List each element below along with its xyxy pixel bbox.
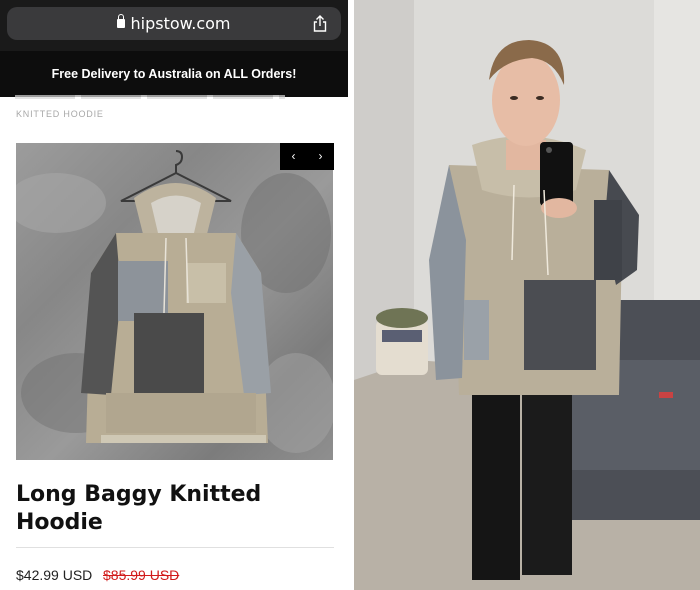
product-image[interactable]	[16, 143, 333, 460]
share-icon[interactable]	[313, 15, 327, 32]
promo-banner: Free Delivery to Australia on ALL Orders…	[0, 51, 348, 97]
product-old-price: $85.99 USD	[103, 567, 180, 583]
lock-icon	[117, 14, 126, 28]
mirror-selfie-illustration	[354, 0, 700, 590]
url-text: hipstow.com	[130, 14, 231, 33]
carousel-next-button[interactable]: ›	[307, 143, 334, 170]
browser-toolbar: hipstow.com	[0, 0, 348, 51]
product-title: Long Baggy Knitted Hoodie	[16, 482, 262, 535]
hoodie-illustration	[16, 150, 333, 453]
customer-photo	[354, 0, 700, 590]
divider	[16, 547, 334, 548]
carousel-prev-button[interactable]: ‹	[280, 143, 307, 170]
breadcrumb[interactable]: KNITTED HOODIE	[16, 109, 104, 119]
address-bar[interactable]: hipstow.com	[7, 7, 341, 40]
phone-screenshot: hipstow.com Free Delivery to Australia o…	[0, 0, 348, 590]
breadcrumb-trail-cut-off	[15, 95, 285, 99]
product-price: $42.99 USD	[16, 567, 93, 583]
